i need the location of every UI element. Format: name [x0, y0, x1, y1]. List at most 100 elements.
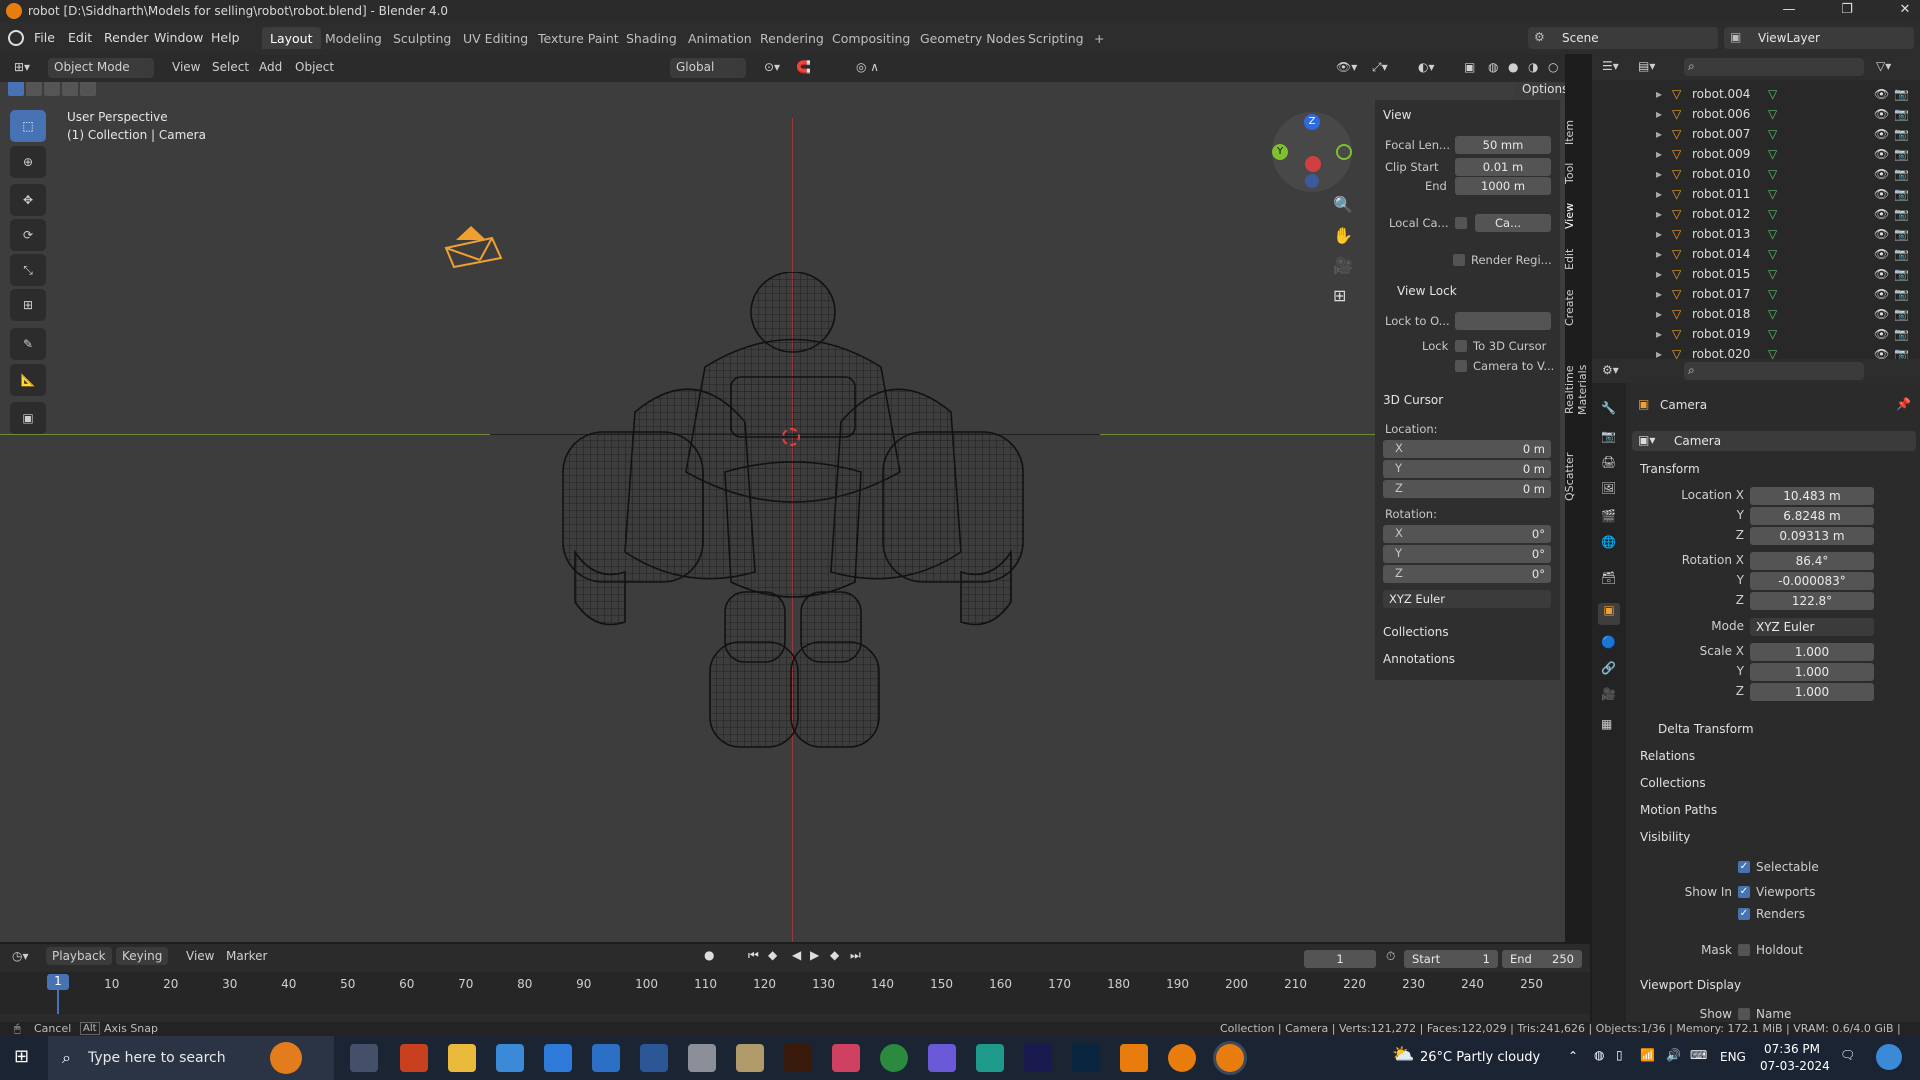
visibility-eye-icon[interactable]: 👁 — [1874, 187, 1889, 201]
collections-section-header[interactable]: Collections — [1383, 625, 1449, 639]
cursor-rotation-z[interactable]: 0° — [1383, 565, 1551, 583]
location-y-field[interactable]: 6.8248 m — [1750, 507, 1874, 525]
render-camera-icon[interactable]: 📷 — [1894, 227, 1909, 241]
mesh-data-icon[interactable]: ▽ — [1768, 167, 1777, 181]
keying-menu[interactable]: Keying — [116, 947, 169, 965]
mesh-data-icon[interactable]: ▽ — [1768, 327, 1777, 341]
expand-arrow-icon[interactable]: ▸ — [1656, 187, 1662, 201]
tab-geometry-nodes[interactable]: Geometry Nodes — [912, 27, 1033, 49]
marker-menu[interactable]: Marker — [226, 949, 267, 963]
constraint-tab-icon[interactable]: 🔗 — [1601, 661, 1616, 675]
mail-app-icon[interactable] — [496, 1044, 524, 1072]
visibility-eye-icon[interactable]: 👁 — [1874, 247, 1889, 261]
shading-rendered-icon[interactable]: ○ — [1542, 58, 1564, 78]
navigation-gizmo[interactable]: Z Y — [1272, 112, 1352, 192]
mesh-data-icon[interactable]: ▽ — [1768, 147, 1777, 161]
render-tab-icon[interactable]: 📷 — [1601, 429, 1616, 443]
outliner-item-name[interactable]: robot.011 — [1692, 187, 1750, 201]
outliner-item-name[interactable]: robot.010 — [1692, 167, 1750, 181]
cursor-location-y[interactable]: 0 m — [1383, 460, 1551, 478]
outliner-row[interactable]: ▸ ▽ robot.018 ▽ 👁 📷 — [1592, 304, 1920, 324]
app-icon[interactable] — [688, 1044, 716, 1072]
visibility-header[interactable]: Visibility — [1640, 830, 1690, 844]
cursor-location-x[interactable]: 0 m — [1383, 440, 1551, 458]
vlc-icon[interactable] — [1120, 1044, 1148, 1072]
scale-x-field[interactable]: 1.000 — [1750, 643, 1874, 661]
render-camera-icon[interactable]: 📷 — [1894, 87, 1909, 101]
mesh-data-icon[interactable]: ▽ — [1768, 307, 1777, 321]
mesh-data-icon[interactable]: ▽ — [1768, 287, 1777, 301]
clip-start-field[interactable]: 0.01 m — [1455, 158, 1551, 176]
blender-menu-icon[interactable] — [8, 30, 24, 46]
annotate-tool[interactable]: ✎ — [10, 328, 46, 360]
npanel-tab-view[interactable]: View — [1563, 198, 1579, 234]
render-region-checkbox[interactable] — [1453, 254, 1465, 266]
expand-arrow-icon[interactable]: ▸ — [1656, 127, 1662, 141]
viewports-checkbox[interactable]: ✓ — [1738, 886, 1750, 898]
outliner-row[interactable]: ▸ ▽ robot.017 ▽ 👁 📷 — [1592, 284, 1920, 304]
view-section-header[interactable]: View — [1383, 108, 1411, 122]
weather-icon[interactable]: ⛅ — [1392, 1044, 1414, 1065]
select-box-tool[interactable]: ⬚ — [10, 110, 46, 142]
viewport-menu-select[interactable]: Select — [206, 58, 255, 78]
view-lock-header[interactable]: View Lock — [1397, 284, 1457, 298]
lock-3d-cursor-checkbox[interactable] — [1455, 340, 1467, 352]
volume-icon[interactable]: 🔊 — [1666, 1048, 1681, 1062]
blender-icon[interactable] — [1168, 1044, 1196, 1072]
visibility-eye-icon[interactable]: 👁 — [1874, 207, 1889, 221]
maps-app-icon[interactable] — [592, 1044, 620, 1072]
outliner-row[interactable]: ▸ ▽ robot.009 ▽ 👁 📷 — [1592, 144, 1920, 164]
expand-arrow-icon[interactable]: ▸ — [1656, 327, 1662, 341]
jump-start-icon[interactable]: ⏮ — [748, 948, 759, 963]
expand-arrow-icon[interactable]: ▸ — [1656, 147, 1662, 161]
rotation-z-field[interactable]: 122.8° — [1750, 592, 1874, 610]
add-cube-tool[interactable]: ▣ — [10, 402, 46, 434]
camera-to-view-checkbox[interactable] — [1455, 360, 1467, 372]
windows-start-icon[interactable]: ⊞ — [14, 1046, 29, 1067]
gizmo-neg-z-icon[interactable] — [1305, 174, 1319, 188]
collection-tab-icon[interactable]: 🗃 — [1601, 571, 1616, 585]
tool-tab-icon[interactable]: 🔧 — [1601, 401, 1616, 415]
minimize-button[interactable]: — — [1774, 2, 1804, 17]
outliner-row[interactable]: ▸ ▽ robot.013 ▽ 👁 📷 — [1592, 224, 1920, 244]
outliner-editor-icon[interactable]: ☰▾ — [1602, 59, 1619, 73]
taskbar-search-box[interactable]: ⌕ Type here to search — [48, 1036, 334, 1080]
editor-type-icon[interactable]: ⊞▾ — [8, 58, 36, 78]
visibility-eye-icon[interactable]: 👁 — [1874, 147, 1889, 161]
outliner-item-name[interactable]: robot.009 — [1692, 147, 1750, 161]
mesh-data-icon[interactable]: ▽ — [1768, 87, 1777, 101]
timeline-editor-icon[interactable]: ◷▾ — [12, 949, 29, 963]
render-camera-icon[interactable]: 📷 — [1894, 167, 1909, 181]
outliner-item-name[interactable]: robot.012 — [1692, 207, 1750, 221]
xray-icon[interactable]: ▣ — [1458, 58, 1481, 78]
mesh-data-icon[interactable]: ▽ — [1768, 247, 1777, 261]
ortho-grid-icon[interactable]: ⊞ — [1333, 286, 1346, 305]
battery-icon[interactable]: ▯ — [1616, 1048, 1623, 1062]
viewport-display-header[interactable]: Viewport Display — [1640, 978, 1741, 992]
lock-to-object-field[interactable] — [1455, 312, 1551, 330]
location-x-field[interactable]: 10.483 m — [1750, 487, 1874, 505]
select-intersect-icon[interactable] — [80, 82, 96, 96]
tab-shading[interactable]: Shading — [618, 27, 685, 49]
outliner-item-name[interactable]: robot.015 — [1692, 267, 1750, 281]
expand-arrow-icon[interactable]: ▸ — [1656, 167, 1662, 181]
outliner-item-name[interactable]: robot.019 — [1692, 327, 1750, 341]
cursor-tool[interactable]: ⊕ — [10, 146, 46, 178]
expand-arrow-icon[interactable]: ▸ — [1656, 247, 1662, 261]
mesh-data-icon[interactable]: ▽ — [1768, 127, 1777, 141]
expand-arrow-icon[interactable]: ▸ — [1656, 307, 1662, 321]
transform-tool[interactable]: ⊞ — [10, 289, 46, 321]
visibility-eye-icon[interactable]: 👁 — [1874, 267, 1889, 281]
visibility-eye-icon[interactable]: 👁 — [1874, 307, 1889, 321]
mesh-data-icon[interactable]: ▽ — [1768, 187, 1777, 201]
tab-texture-paint[interactable]: Texture Paint — [530, 27, 627, 49]
render-camera-icon[interactable]: 📷 — [1894, 187, 1909, 201]
powerpoint-icon[interactable] — [400, 1044, 428, 1072]
outliner-item-name[interactable]: robot.017 — [1692, 287, 1750, 301]
camera-object[interactable] — [440, 222, 506, 276]
select-extend-icon[interactable] — [26, 82, 42, 96]
language-indicator[interactable]: ENG — [1720, 1050, 1746, 1064]
play-reverse-icon[interactable]: ◀ — [792, 948, 801, 962]
render-camera-icon[interactable]: 📷 — [1894, 267, 1909, 281]
options-dropdown[interactable]: Options — [1514, 82, 1565, 98]
